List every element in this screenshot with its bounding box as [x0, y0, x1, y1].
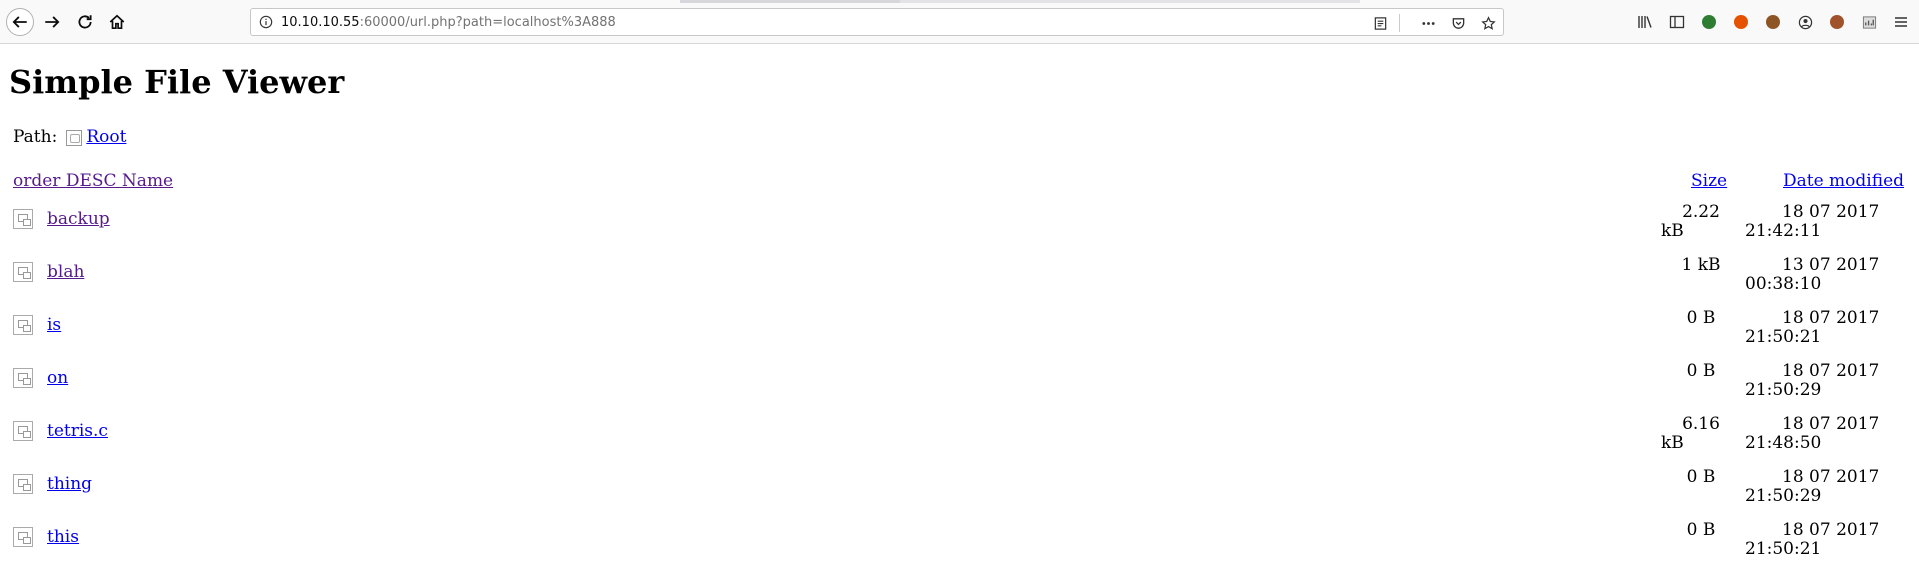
tab-strip-edge — [900, 0, 1360, 3]
url-separator — [1399, 14, 1409, 32]
sort-by-date-link[interactable]: Date modified — [1783, 171, 1904, 191]
file-link[interactable]: on — [47, 368, 68, 388]
arrow-left-icon — [12, 16, 27, 28]
root-link[interactable]: Root — [66, 127, 126, 147]
file-link[interactable]: this — [47, 527, 79, 547]
file-link[interactable]: thing — [47, 474, 92, 494]
file-icon — [13, 368, 33, 388]
page-actions-icon[interactable] — [1417, 12, 1439, 34]
table-header-row: order DESC Name Size Date modified — [13, 167, 1905, 197]
file-icon — [13, 262, 33, 282]
page-title: Simple File Viewer — [9, 63, 345, 101]
file-link[interactable]: tetris.c — [47, 421, 108, 441]
path-label: Path: — [13, 127, 58, 147]
extension-green-icon[interactable] — [1697, 12, 1721, 32]
file-size: 0 B — [1686, 520, 1716, 540]
file-size: 6.16 kB — [1661, 414, 1720, 453]
file-icon — [13, 474, 33, 494]
table-row: backup 2.22 kB 18 07 2017 21:42:11 — [13, 197, 1905, 250]
toolbar-extensions — [1633, 12, 1913, 32]
library-icon[interactable] — [1633, 12, 1657, 32]
file-link[interactable]: is — [47, 315, 61, 335]
url-bar[interactable]: 10.10.10.55:60000/url.php?path=localhost… — [250, 8, 1504, 36]
extension-blocked-icon[interactable] — [1729, 12, 1753, 32]
sort-by-name-link[interactable]: order DESC Name — [13, 171, 173, 191]
home-icon — [109, 14, 125, 30]
arrow-right-icon — [45, 16, 60, 28]
reader-view-icon[interactable] — [1369, 12, 1391, 34]
extension-cookie2-icon[interactable] — [1825, 12, 1849, 32]
pocket-icon[interactable] — [1447, 12, 1469, 34]
file-icon — [13, 527, 33, 547]
url-path: :60000/url.php?path=localhost%3A888 — [359, 14, 616, 30]
extension-chart-icon[interactable] — [1857, 12, 1881, 32]
browser-toolbar: 10.10.10.55:60000/url.php?path=localhost… — [0, 0, 1919, 44]
table-row: thing 0 B 18 07 2017 21:50:29 — [13, 462, 1905, 515]
file-date: 13 07 2017 00:38:10 — [1745, 255, 1880, 294]
file-table: order DESC Name Size Date modified backu… — [9, 167, 1909, 568]
back-button[interactable] — [6, 8, 34, 36]
file-link[interactable]: blah — [47, 262, 84, 282]
file-date: 18 07 2017 21:42:11 — [1745, 202, 1880, 241]
file-icon — [13, 209, 33, 229]
file-size: 1 kB — [1681, 255, 1721, 275]
forward-button[interactable] — [38, 8, 66, 36]
url-host: 10.10.10.55 — [281, 14, 360, 30]
extension-cookie-icon[interactable] — [1761, 12, 1785, 32]
page-content: Simple File Viewer Path: Root order DESC… — [0, 63, 1919, 568]
file-size: 0 B — [1686, 361, 1716, 381]
table-row: this 0 B 18 07 2017 21:50:21 — [13, 515, 1905, 568]
file-icon — [13, 421, 33, 441]
table-row: tetris.c 6.16 kB 18 07 2017 21:48:50 — [13, 409, 1905, 462]
sidebar-icon[interactable] — [1665, 12, 1689, 32]
sort-by-size-link[interactable]: Size — [1691, 171, 1727, 191]
file-size: 0 B — [1686, 308, 1716, 328]
file-date: 18 07 2017 21:50:29 — [1745, 467, 1880, 506]
file-link[interactable]: backup — [47, 209, 110, 229]
info-icon[interactable] — [251, 15, 281, 29]
root-link-label: Root — [86, 127, 127, 147]
file-date: 18 07 2017 21:50:29 — [1745, 361, 1880, 400]
bookmark-star-icon[interactable] — [1477, 12, 1499, 34]
table-row: on 0 B 18 07 2017 21:50:29 — [13, 356, 1905, 409]
file-size: 0 B — [1686, 467, 1716, 487]
file-date: 18 07 2017 21:50:21 — [1745, 308, 1880, 347]
menu-icon[interactable] — [1889, 12, 1913, 32]
file-date: 18 07 2017 21:48:50 — [1745, 414, 1880, 453]
home-button[interactable] — [103, 8, 131, 36]
table-row: is 0 B 18 07 2017 21:50:21 — [13, 303, 1905, 356]
file-date: 18 07 2017 21:50:21 — [1745, 520, 1880, 559]
folder-icon — [66, 129, 83, 146]
file-icon — [13, 315, 33, 335]
reload-icon — [78, 15, 92, 29]
file-size: 2.22 kB — [1661, 202, 1720, 241]
reload-button[interactable] — [71, 8, 99, 36]
breadcrumb: Path: Root — [9, 127, 1910, 147]
tab-strip-edge — [680, 0, 900, 3]
account-icon[interactable] — [1793, 12, 1817, 32]
table-row: blah 1 kB 13 07 2017 00:38:10 — [13, 250, 1905, 303]
